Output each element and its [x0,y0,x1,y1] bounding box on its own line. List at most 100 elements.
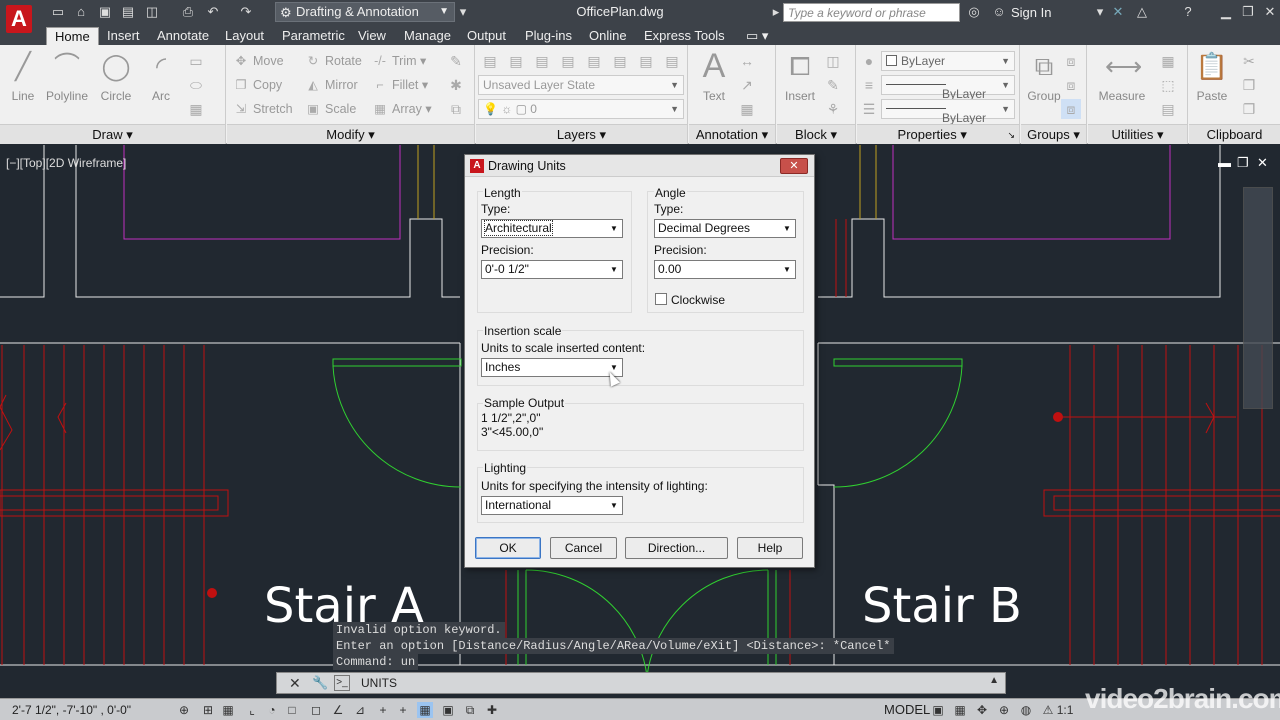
layer-icon[interactable]: ▤ [532,51,552,71]
ok-button[interactable]: OK [475,537,541,559]
binoculars-icon[interactable]: ◎ [966,4,982,20]
panel-title-block[interactable]: Block ▾ [777,124,855,144]
dyn-icon[interactable]: + [375,702,391,718]
panel-title-annotation[interactable]: Annotation ▾ [689,124,775,144]
copy-clip-icon[interactable]: ❐ [1239,75,1259,95]
open-file-icon[interactable]: ⌂ [73,4,89,20]
sign-in-link[interactable]: Sign In [1011,5,1051,20]
ellipse-icon[interactable]: ⬭ [186,75,206,95]
layer-dropdown[interactable]: 💡 ☼ ▢ 0 ▼ [478,99,684,119]
color-dropdown[interactable]: ByLayer ▼ [881,51,1015,71]
leader-icon[interactable]: ↗ [737,75,757,95]
calculator-icon[interactable]: ▦ [1158,51,1178,71]
tab-express-tools[interactable]: Express Tools [636,27,733,45]
exchange-icon[interactable]: ✕ [1110,4,1126,20]
clockwise-checkbox[interactable] [655,293,667,305]
layer-icon[interactable]: ▤ [558,51,578,71]
panel-title-groups[interactable]: Groups ▾ [1021,124,1086,144]
stretch-tool[interactable]: ⇲ Stretch [233,99,293,119]
trim-tool[interactable]: -/- Trim ▾ [372,51,426,71]
qat-menu-icon[interactable]: ▾ [455,4,471,20]
restore-icon[interactable]: ❐ [1237,155,1249,171]
insert-tool[interactable]: ⧠ Insert [777,49,823,103]
command-prompt-icon[interactable]: >_ [334,675,350,691]
array-tool[interactable]: ▦ Array ▾ [372,99,432,119]
help-button[interactable]: Help [737,537,803,559]
minimize-icon[interactable]: ▬ [1218,155,1231,170]
chevron-up-icon[interactable]: ▲ [989,675,999,686]
layer-icon[interactable]: ▤ [662,51,682,71]
save-as-icon[interactable]: ▤ [120,4,136,20]
a360-icon[interactable]: △ [1134,4,1150,20]
measure-tool[interactable]: ⟷ Measure [1094,49,1150,103]
layer-icon[interactable]: ▤ [610,51,630,71]
move-tool[interactable]: ✥ Move [233,51,284,71]
3d-osnap-icon[interactable]: ◻ [308,702,324,718]
offset-icon[interactable]: ⧉ [446,99,466,119]
layer-icon[interactable]: ▤ [636,51,656,71]
panel-title-modify[interactable]: Modify ▾ [227,124,474,144]
table-icon[interactable]: ▦ [737,99,757,119]
length-precision-dropdown[interactable]: 0'-0 1/2" ▼ [481,260,623,279]
lineweight-icon[interactable]: + [395,702,411,718]
undo-icon[interactable]: ↶ [205,4,221,20]
linetype-icon[interactable]: ☰ [859,99,879,119]
dimension-icon[interactable]: ↔ [737,51,757,71]
save-icon[interactable]: ▣ [97,4,113,20]
linetype-dropdown[interactable]: ByLayer ▼ [881,75,1015,101]
clockwise-label[interactable]: Clockwise [671,293,725,307]
close-icon[interactable]: ✕ [1262,4,1278,20]
lighting-units-dropdown[interactable]: International ▼ [481,496,623,515]
close-icon[interactable]: ✕ [1257,155,1268,171]
help-icon[interactable]: ? [1180,4,1196,20]
circle-tool[interactable]: ◯ Circle [93,49,139,103]
hatch-icon[interactable]: ▦ [186,99,206,119]
tab-view[interactable]: View [350,27,394,45]
layer-state-dropdown[interactable]: Unsaved Layer State ▼ [478,75,684,95]
dialog-close-button[interactable]: ✕ [780,158,808,174]
panel-title-layers[interactable]: Layers ▾ [476,124,687,144]
mirror-tool[interactable]: ◭ Mirror [305,75,357,95]
tab-home[interactable]: Home [46,27,99,45]
angle-precision-dropdown[interactable]: 0.00 ▼ [654,260,796,279]
direction-button[interactable]: Direction... [625,537,728,559]
workspace-dropdown[interactable]: ⚙ Drafting & Annotation ▼ [275,2,455,22]
selection-cycling-icon[interactable]: ⧉ [462,702,478,718]
polyline-tool[interactable]: ⌒ Polyline [42,49,92,103]
rotate-tool[interactable]: ↻ Rotate [305,51,362,71]
application-menu-button[interactable]: A [2,1,38,41]
dialog-title-bar[interactable]: A Drawing Units ✕ [465,155,814,177]
restore-icon[interactable]: ❐ [1240,4,1256,20]
ducs-icon[interactable]: ⊿ [352,702,368,718]
grid-icon[interactable]: ▦ [220,702,236,718]
quick-view-layouts-icon[interactable]: ▣ [930,702,946,718]
scale-tool[interactable]: ▣ Scale [305,99,356,119]
new-file-icon[interactable]: ▭ [50,4,66,20]
select-all-icon[interactable]: ⬚ [1158,75,1178,95]
tab-parametric[interactable]: Parametric [274,27,353,45]
quick-properties-icon[interactable]: ▣ [440,702,456,718]
pan-icon[interactable]: ✥ [974,702,990,718]
osnap-icon[interactable]: □ [284,702,300,718]
tab-online[interactable]: Online [581,27,635,45]
angle-type-dropdown[interactable]: Decimal Degrees ▼ [654,219,796,238]
ungroup-icon[interactable]: ⧈ [1061,51,1081,71]
infer-constraints-icon[interactable]: ⊕ [176,702,192,718]
explode-icon[interactable]: ✱ [446,75,466,95]
plot-preview-icon[interactable]: ◫ [144,4,160,20]
tab-layout[interactable]: Layout [217,27,272,45]
polar-icon[interactable]: ◔ [264,702,280,718]
model-space-toggle[interactable]: MODEL [884,702,930,717]
tab-insert[interactable]: Insert [99,27,148,45]
redo-icon[interactable]: ↷ [238,4,254,20]
lineweight-dropdown[interactable]: ByLayer ▼ [881,99,1015,125]
print-icon[interactable]: ⎙ [180,4,196,20]
navigation-bar[interactable] [1243,187,1273,409]
minimize-icon[interactable]: ▁ [1218,4,1234,20]
panel-title-properties[interactable]: Properties ▾ ↘ [857,124,1019,144]
tab-annotate[interactable]: Annotate [149,27,217,45]
match-properties-icon[interactable]: ● [859,51,879,71]
user-icon[interactable]: ☺ [991,4,1007,20]
fillet-tool[interactable]: ⌐ Fillet ▾ [372,75,428,95]
line-tool[interactable]: ╱ Line [0,49,46,103]
